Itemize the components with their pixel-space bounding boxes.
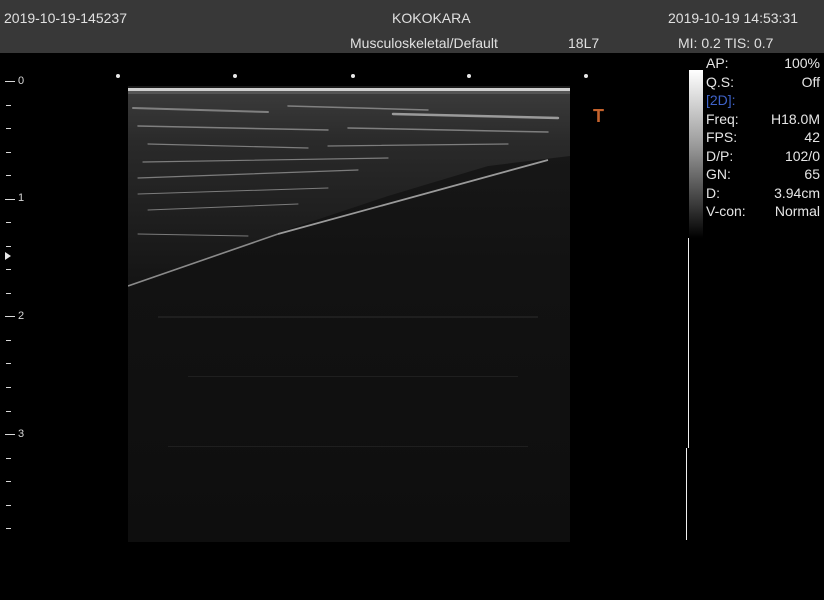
depth-minor-tick: [6, 505, 11, 506]
param-depth: D: 3.94cm: [706, 184, 820, 201]
depth-minor-tick: [6, 411, 11, 412]
scan-marker-dot: [351, 74, 355, 78]
depth-minor-tick: [6, 481, 11, 482]
param-freq: Freq: H18.0M: [706, 110, 820, 127]
param-gn: GN: 65: [706, 166, 820, 182]
depth-minor-tick: [6, 152, 11, 153]
depth-minor-tick: [6, 105, 11, 106]
depth-minor-tick: [6, 363, 11, 364]
scan-marker-dot: [467, 74, 471, 78]
param-dp: D/P: 102/0: [706, 147, 820, 164]
depth-major-tick: [5, 316, 15, 317]
depth-label-1: 1: [18, 192, 25, 204]
image-id: 2019-10-19-145237: [4, 10, 127, 26]
hospital-name: KOKOKARA: [392, 10, 471, 26]
param-fps: FPS: 42: [706, 129, 820, 145]
depth-major-tick: [5, 81, 15, 82]
depth-minor-tick: [6, 128, 11, 129]
scan-marker-dot: [116, 74, 120, 78]
ultrasound-image[interactable]: [128, 86, 570, 542]
depth-minor-tick: [6, 387, 11, 388]
param-qs: Q.S: Off: [706, 73, 820, 90]
depth-label-2: 2: [18, 310, 25, 322]
depth-major-tick: [5, 199, 15, 200]
depth-minor-tick: [6, 293, 11, 294]
depth-minor-tick: [6, 269, 11, 270]
status-header: 2019-10-19-145237 KOKOKARA 2019-10-19 14…: [0, 0, 824, 53]
tgc-curve-upper: [688, 238, 689, 448]
mi-tis-readout: MI: 0.2 TIS: 0.7: [678, 35, 774, 51]
depth-minor-tick: [6, 175, 11, 176]
depth-major-tick: [5, 434, 15, 435]
imaging-parameters: AP: 100% Q.S: Off [2D]: Freq: H18.0M FPS…: [706, 54, 820, 221]
param-ap: AP: 100%: [706, 55, 820, 71]
depth-minor-tick: [6, 246, 11, 247]
grayscale-bar: [689, 70, 703, 238]
scan-marker-dot: [584, 74, 588, 78]
depth-minor-tick: [6, 340, 11, 341]
param-vcon: V-con: Normal: [706, 203, 820, 219]
focus-marker-icon[interactable]: [5, 252, 11, 260]
mode-label: [2D]:: [706, 92, 736, 108]
tissue-echo-image: [128, 88, 570, 447]
depth-minor-tick: [6, 222, 11, 223]
orientation-marker: T: [593, 106, 604, 126]
tgc-curve-lower: [686, 448, 687, 540]
depth-label-0: 0: [18, 75, 25, 87]
depth-minor-tick: [6, 458, 11, 459]
depth-label-3: 3: [18, 428, 25, 440]
probe-model: 18L7: [568, 35, 600, 51]
date-time: 2019-10-19 14:53:31: [668, 10, 798, 26]
exam-preset: Musculoskeletal/Default: [350, 35, 498, 51]
depth-minor-tick: [6, 528, 11, 529]
scan-marker-dot: [233, 74, 237, 78]
